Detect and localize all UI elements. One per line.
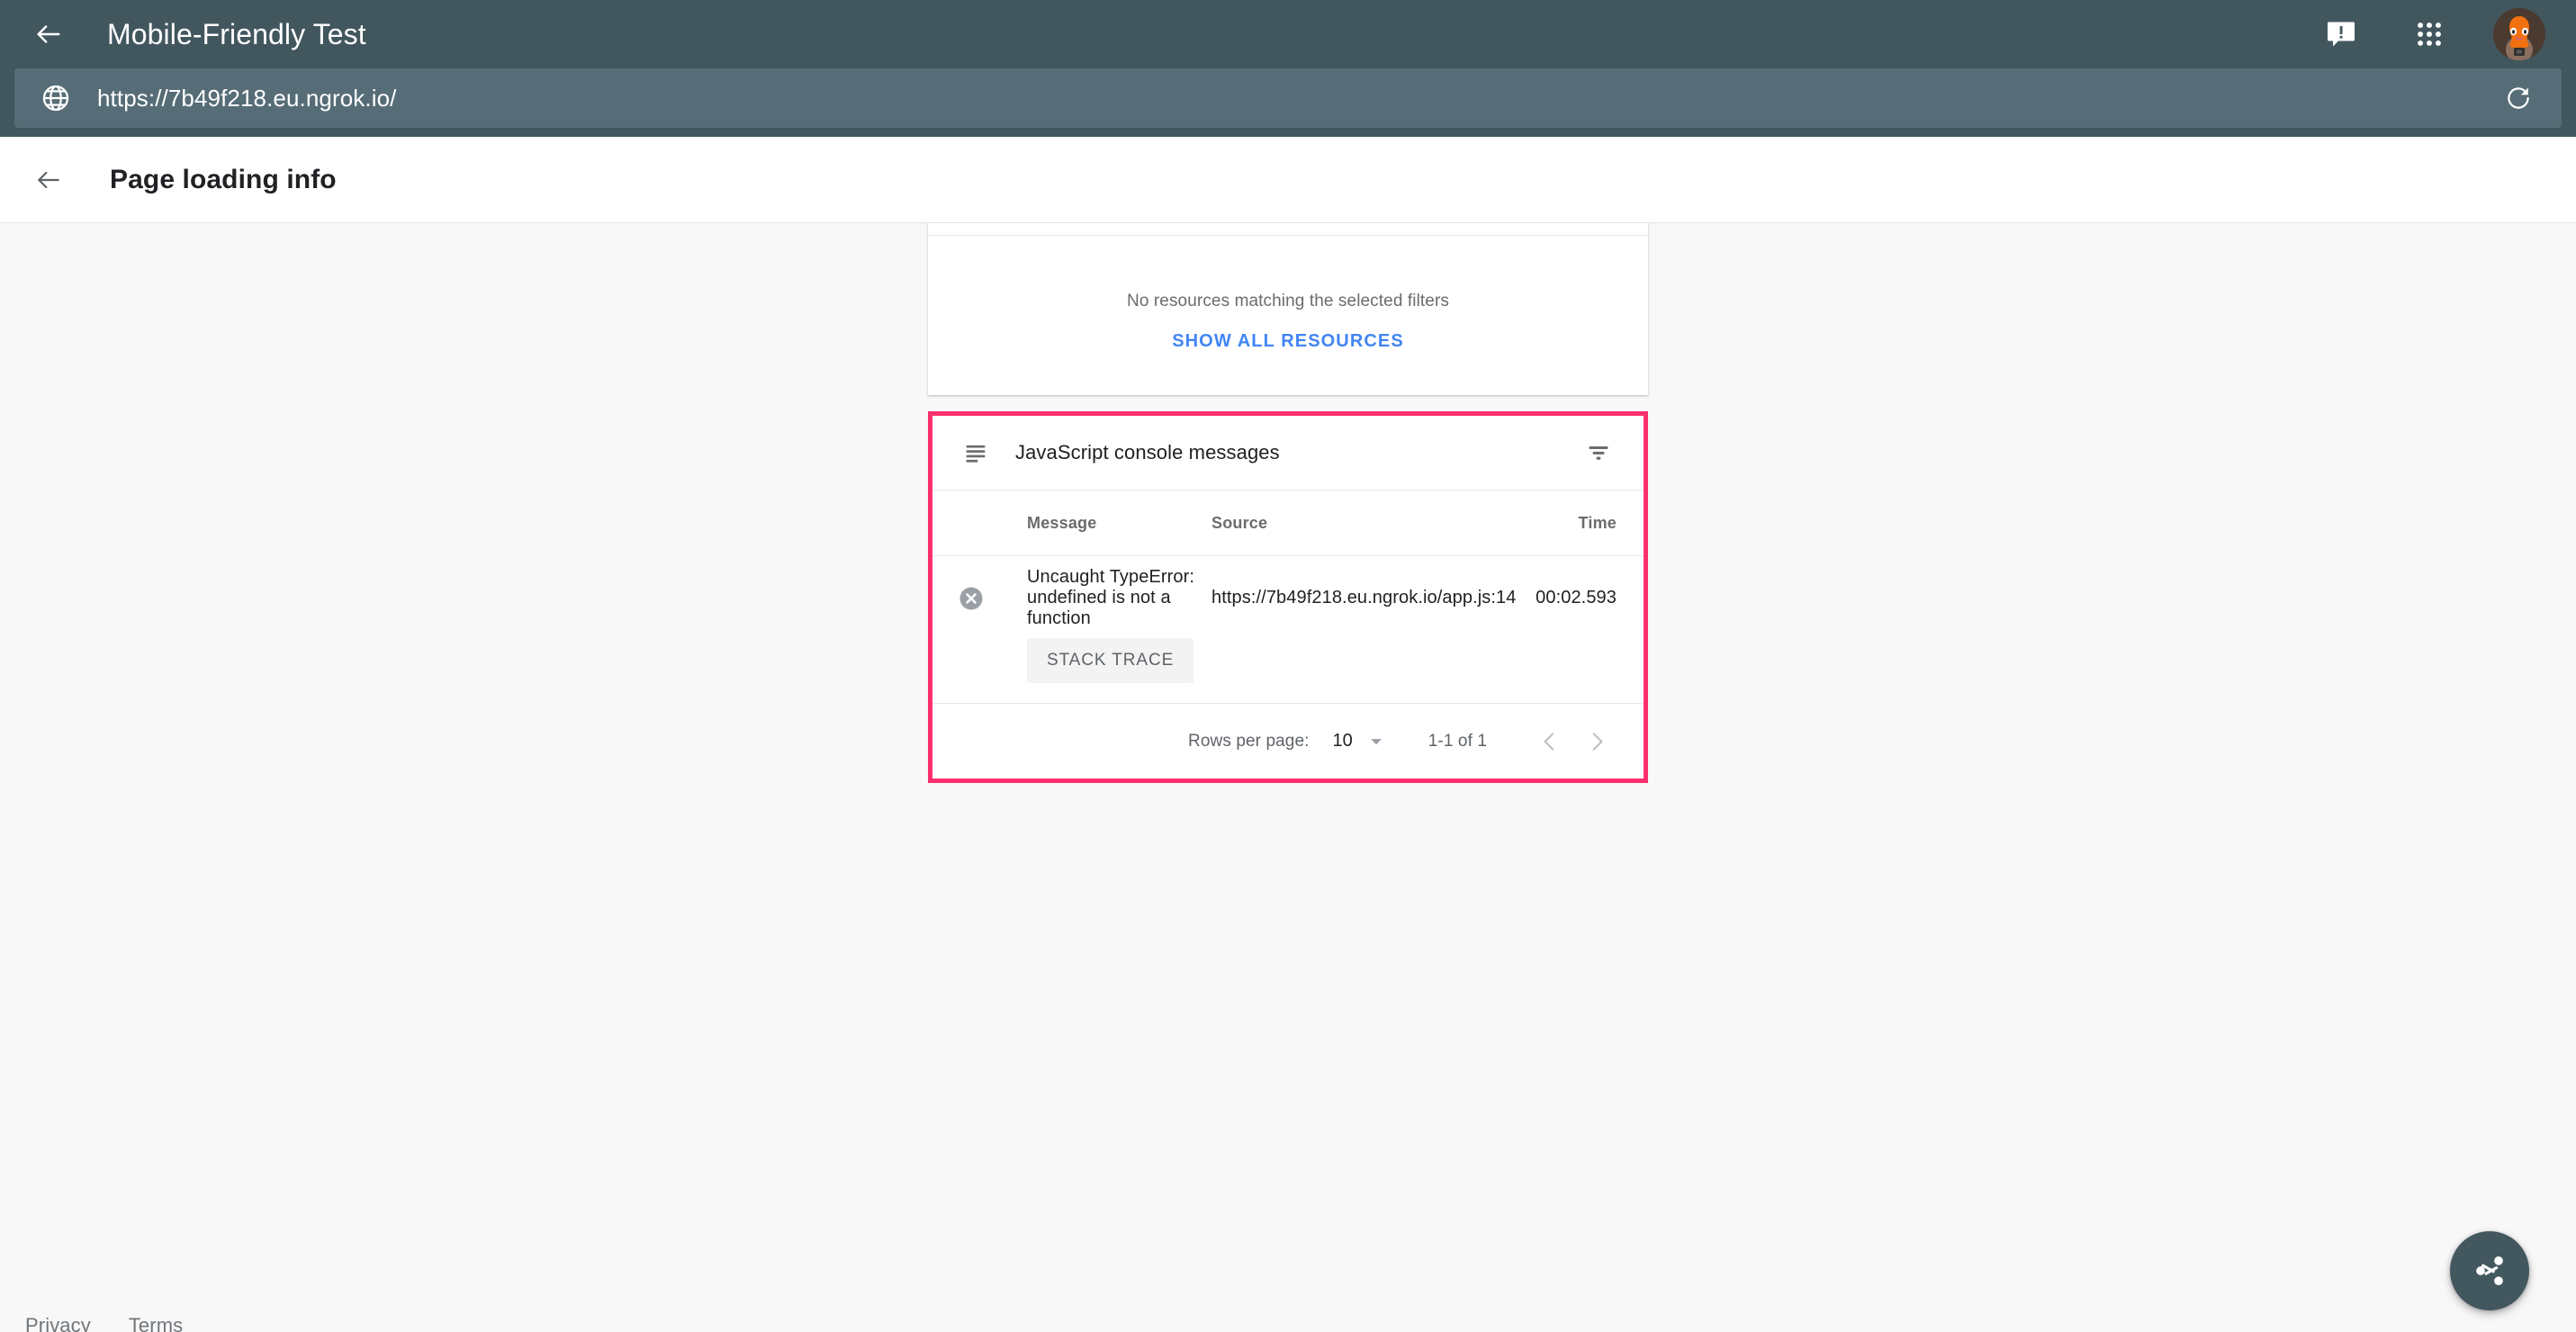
rows-per-page-value: 10 — [1332, 731, 1353, 751]
terms-link[interactable]: Terms — [129, 1314, 183, 1332]
stack-trace-container: STACK TRACE — [958, 629, 1617, 703]
share-icon — [2472, 1253, 2508, 1289]
back-arrow-icon — [34, 166, 63, 194]
console-source-link[interactable]: https://7b49f218.eu.ngrok.io/app.js:14 — [1211, 588, 1516, 608]
stack-trace-button[interactable]: STACK TRACE — [1027, 638, 1194, 683]
next-page-button[interactable] — [1573, 718, 1620, 765]
chevron-down-icon — [1367, 733, 1385, 751]
pagination-range-label: 1-1 of 1 — [1428, 731, 1487, 751]
filter-list-icon[interactable] — [1581, 435, 1617, 471]
url-bar-container: https://7b49f218.eu.ngrok.io/ — [0, 68, 2576, 137]
rows-per-page-label: Rows per page: — [1188, 731, 1310, 751]
resources-card: Resource Type Status No resources matchi… — [928, 223, 1648, 395]
column-header-message: Message — [1027, 513, 1097, 532]
back-arrow-icon — [33, 19, 64, 50]
rows-per-page-select[interactable]: 10 — [1333, 731, 1385, 752]
sub-header-title: Page loading info — [110, 164, 337, 194]
table-row: Uncaught TypeError: undefined is not a f… — [932, 555, 1644, 703]
app-bar: Mobile-Friendly Test — [0, 0, 2576, 68]
share-fab-button[interactable] — [2450, 1231, 2529, 1310]
subject-list-icon[interactable] — [958, 435, 994, 471]
resources-table-header: Resource Type Status — [928, 223, 1648, 236]
chevron-right-icon — [1585, 730, 1608, 753]
column-header-time: Time — [1578, 513, 1617, 532]
avatar-image — [2493, 8, 2545, 60]
error-circle-icon — [958, 585, 1004, 612]
footer-links: Privacy Terms — [25, 1314, 183, 1332]
reload-button[interactable] — [2495, 75, 2542, 122]
feedback-button[interactable] — [2317, 10, 2365, 58]
feedback-icon — [2325, 18, 2357, 50]
app-bar-back-button[interactable] — [22, 7, 76, 61]
console-table-header: Message Source Time — [932, 490, 1644, 555]
page-title: Mobile-Friendly Test — [107, 17, 366, 50]
column-header-source: Source — [1211, 513, 1268, 532]
apps-grid-icon — [2414, 19, 2445, 50]
console-card-header: JavaScript console messages — [932, 416, 1644, 490]
previous-page-button[interactable] — [1527, 718, 1573, 765]
resources-empty-state: No resources matching the selected filte… — [928, 236, 1648, 395]
url-bar[interactable]: https://7b49f218.eu.ngrok.io/ — [14, 68, 2562, 128]
app-bar-actions — [2317, 8, 2545, 60]
console-message-text: Uncaught TypeError: undefined is not a f… — [1027, 567, 1195, 628]
chevron-left-icon — [1538, 730, 1562, 753]
column-header-resource: Resource — [964, 223, 1452, 224]
reload-icon — [2505, 85, 2532, 112]
console-pagination: Rows per page: 10 1-1 of 1 — [932, 703, 1644, 778]
globe-icon — [14, 68, 97, 128]
sub-header: Page loading info — [0, 137, 2576, 223]
resources-empty-message: No resources matching the selected filte… — [1127, 292, 1449, 310]
console-row-main: Uncaught TypeError: undefined is not a f… — [958, 556, 1617, 629]
column-header-status: Status — [1526, 223, 1612, 224]
console-card-title: JavaScript console messages — [1015, 441, 1280, 464]
url-input[interactable]: https://7b49f218.eu.ngrok.io/ — [97, 85, 2495, 112]
google-apps-button[interactable] — [2405, 10, 2454, 58]
sub-header-back-button[interactable] — [22, 153, 76, 207]
content-area: Resource Type Status No resources matchi… — [0, 223, 2576, 1332]
column-header-type: Type — [1452, 223, 1526, 224]
content-column: Resource Type Status No resources matchi… — [928, 223, 1648, 783]
javascript-console-card: JavaScript console messages Message Sour… — [928, 411, 1648, 783]
privacy-link[interactable]: Privacy — [25, 1314, 91, 1332]
show-all-resources-button[interactable]: SHOW ALL RESOURCES — [1172, 331, 1404, 352]
account-avatar[interactable] — [2493, 8, 2545, 60]
console-time-value: 00:02.593 — [1536, 588, 1617, 608]
